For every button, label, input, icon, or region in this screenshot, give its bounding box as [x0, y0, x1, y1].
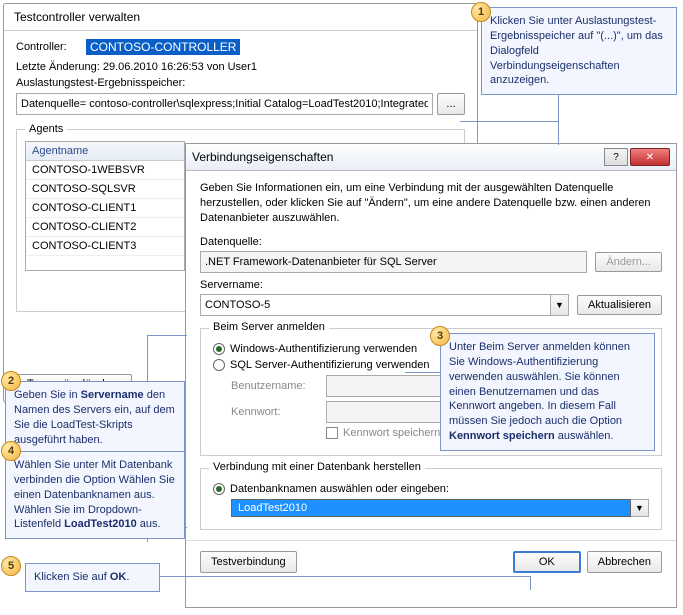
password-label: Kennwort: — [231, 406, 326, 418]
database-group: Verbindung mit einer Datenbank herstelle… — [200, 468, 662, 530]
cancel-button[interactable]: Abbrechen — [587, 551, 662, 573]
test-connection-button[interactable]: Testverbindung — [200, 551, 297, 573]
radio-label: Datenbanknamen auswählen oder eingeben: — [230, 483, 449, 495]
radio-icon — [213, 483, 225, 495]
callout-5: Klicken Sie auf OK. — [25, 563, 160, 592]
servername-input[interactable] — [200, 294, 551, 316]
controller-label: Controller: — [16, 41, 86, 53]
callout-2: Geben Sie in Servername den Namen des Se… — [5, 381, 185, 454]
logon-legend: Beim Server anmelden — [209, 321, 329, 333]
list-item[interactable]: CONTOSO-CLIENT2 — [26, 218, 184, 237]
callout-4: Wählen Sie unter Mit Datenbank verbinden… — [5, 451, 185, 539]
agent-header: Agentname — [26, 142, 184, 161]
radio-label: SQL Server-Authentifizierung verwenden — [230, 359, 430, 371]
list-item[interactable]: CONTOSO-CLIENT3 — [26, 237, 184, 256]
result-store-input[interactable] — [16, 93, 433, 115]
servername-label: Servername: — [200, 279, 662, 291]
badge-5: 5 — [1, 556, 21, 576]
last-change-text: Letzte Änderung: 29.06.2010 16:26:53 von… — [16, 61, 465, 73]
radio-select-db[interactable]: Datenbanknamen auswählen oder eingeben: — [213, 483, 649, 495]
ellipsis-button[interactable]: ... — [437, 93, 465, 115]
save-password-label: Kennwort speichern — [343, 427, 440, 439]
close-button[interactable]: ✕ — [630, 148, 670, 166]
badge-1: 1 — [471, 2, 491, 22]
datasource-input — [200, 251, 587, 273]
radio-icon — [213, 359, 225, 371]
radio-label: Windows-Authentifizierung verwenden — [230, 343, 417, 355]
agent-list[interactable]: Agentname CONTOSO-1WEBSVR CONTOSO-SQLSVR… — [25, 141, 185, 271]
change-button[interactable]: Ändern... — [595, 252, 662, 272]
dialog-title: Verbindungseigenschaften — [192, 150, 602, 164]
result-store-label: Auslastungstest-Ergebnisspeicher: — [16, 77, 465, 89]
save-password-checkbox — [326, 427, 338, 439]
radio-icon — [213, 343, 225, 355]
refresh-button[interactable]: Aktualisieren — [577, 295, 662, 315]
list-item[interactable]: CONTOSO-CLIENT1 — [26, 199, 184, 218]
help-button[interactable]: ? — [604, 148, 628, 166]
badge-2: 2 — [1, 371, 21, 391]
titlebar: Verbindungseigenschaften ? ✕ — [186, 144, 676, 171]
callout-3: Unter Beim Server anmelden können Sie Wi… — [440, 333, 655, 451]
controller-value[interactable]: CONTOSO-CONTROLLER — [86, 39, 240, 55]
list-item[interactable]: CONTOSO-1WEBSVR — [26, 161, 184, 180]
ok-button[interactable]: OK — [513, 551, 581, 573]
badge-4: 4 — [1, 441, 21, 461]
agents-legend: Agents — [25, 123, 67, 135]
username-label: Benutzername: — [231, 380, 326, 392]
badge-3: 3 — [430, 326, 450, 346]
window1-title: Testcontroller verwalten — [4, 4, 477, 31]
callout-1: Klicken Sie unter Auslastungstest-Ergebn… — [481, 7, 677, 95]
dialog-description: Geben Sie Informationen ein, um eine Ver… — [200, 181, 662, 226]
datasource-label: Datenquelle: — [200, 236, 662, 248]
list-item[interactable]: CONTOSO-SQLSVR — [26, 180, 184, 199]
chevron-down-icon[interactable]: ▼ — [631, 499, 649, 517]
database-legend: Verbindung mit einer Datenbank herstelle… — [209, 461, 425, 473]
database-select[interactable]: LoadTest2010 — [231, 499, 631, 517]
chevron-down-icon[interactable]: ▼ — [551, 294, 569, 316]
